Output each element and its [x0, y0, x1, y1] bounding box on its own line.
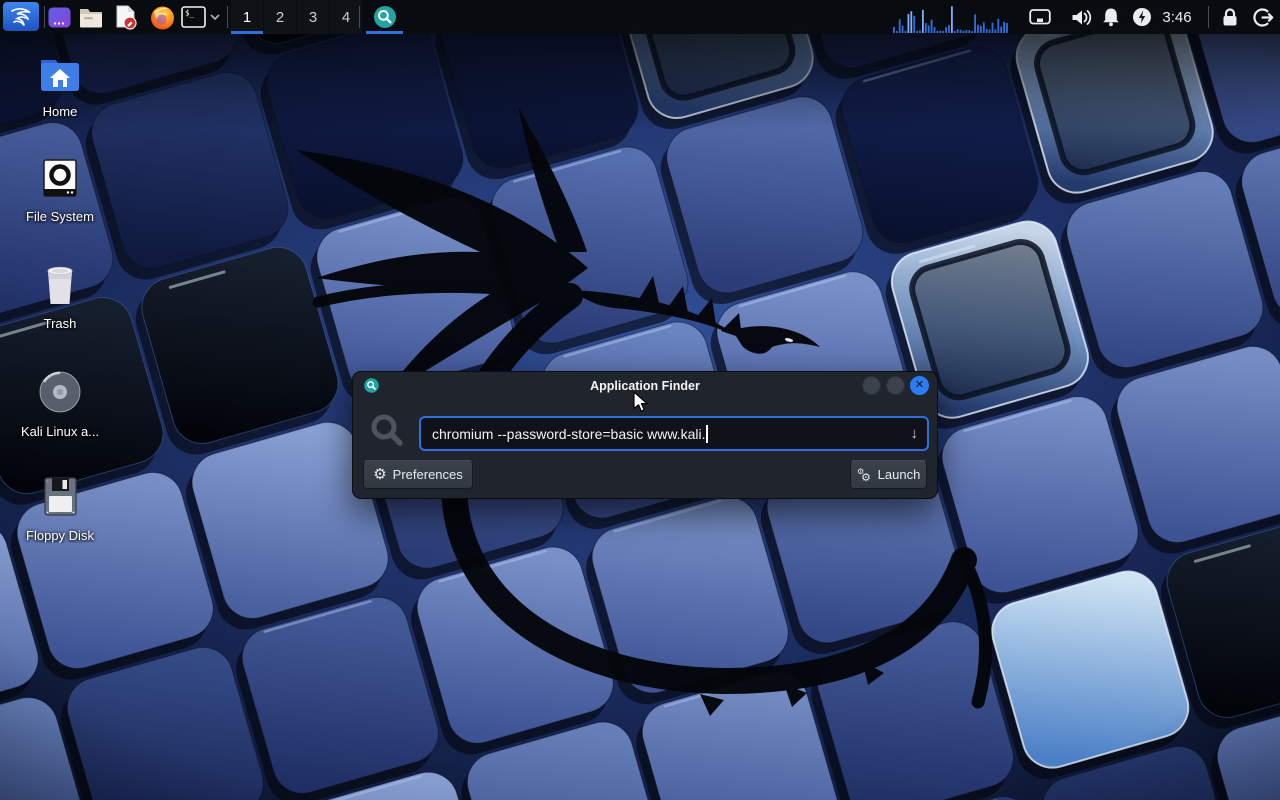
entry-dropdown-arrow-icon[interactable]: ↓: [911, 418, 919, 449]
bell-icon: [1101, 7, 1121, 27]
volume-tray-icon[interactable]: [1071, 0, 1094, 34]
command-input-value: chromium --password-store=basic www.kali…: [432, 426, 705, 442]
firefox-icon: [149, 4, 176, 31]
power-bolt-icon: [1132, 7, 1152, 27]
text-caret: [706, 425, 708, 443]
cpu-graph[interactable]: [892, 0, 1010, 34]
workspace-3[interactable]: 3: [297, 0, 329, 34]
workspace-1[interactable]: 1: [231, 0, 263, 34]
workspace-4[interactable]: 4: [330, 0, 362, 34]
lock-icon: [1221, 7, 1239, 27]
trash-bin-icon: [37, 262, 83, 308]
preferences-button[interactable]: ⚙ Preferences: [363, 460, 473, 489]
desktop-icon-kali-cd[interactable]: Kali Linux a...: [10, 368, 110, 439]
svg-text:⚙: ⚙: [861, 472, 871, 482]
minimize-button[interactable]: [862, 376, 881, 395]
desktop-icon-trash[interactable]: Trash: [10, 262, 110, 331]
application-finder-icon: [373, 5, 397, 29]
clock[interactable]: 3:46: [1156, 0, 1198, 34]
logout-icon: [1253, 7, 1274, 28]
applications-menu-button[interactable]: [3, 2, 39, 31]
search-icon: [369, 412, 407, 450]
terminal-dropdown-chevron[interactable]: [208, 4, 222, 30]
taskbar-application-finder[interactable]: [366, 0, 403, 34]
panel-separator: [44, 6, 45, 28]
workspace-switcher: 1 2 3 4: [231, 0, 363, 34]
network-icon: [1029, 8, 1051, 26]
desktop-icon-file-system[interactable]: File System: [10, 157, 110, 224]
workspace-2[interactable]: 2: [264, 0, 296, 34]
mouse-cursor: [633, 391, 649, 413]
launcher-text-editor[interactable]: [112, 4, 138, 30]
launcher-file-manager[interactable]: [78, 4, 104, 30]
desktop-icon-floppy[interactable]: Floppy Disk: [10, 474, 110, 543]
notifications-tray-icon[interactable]: [1100, 0, 1121, 34]
speaker-icon: [1071, 8, 1094, 27]
file-manager-icon: [78, 5, 104, 29]
text-editor-icon: [113, 4, 138, 30]
kali-desktop: { "panel": { "menu_button": {"icon": "ka…: [0, 0, 1280, 800]
gear-icon: ⚙: [373, 467, 386, 482]
panel-separator: [227, 6, 228, 28]
power-manager-tray-icon[interactable]: [1132, 0, 1152, 34]
network-tray-icon[interactable]: [1029, 0, 1051, 34]
svg-text:$_: $_: [185, 9, 195, 18]
close-button[interactable]: ✕: [910, 376, 929, 395]
launcher-window-app[interactable]: [46, 4, 72, 30]
desktop-icon-home[interactable]: Home: [10, 52, 110, 119]
launcher-terminal[interactable]: $_: [181, 4, 206, 30]
terminal-icon: $_: [181, 6, 206, 28]
cd-disc-icon: [36, 368, 84, 416]
launcher-firefox[interactable]: [148, 4, 176, 30]
close-icon: ✕: [915, 380, 924, 391]
launch-gears-icon: ⚙ ⚙: [857, 467, 872, 482]
lock-screen-button[interactable]: [1221, 0, 1239, 34]
top-panel: $_ 1 2 3 4: [0, 0, 1280, 34]
hard-disk-icon: [37, 157, 83, 201]
home-folder-icon: [37, 52, 83, 96]
launch-button[interactable]: ⚙ ⚙ Launch: [850, 460, 927, 489]
maximize-button[interactable]: [886, 376, 905, 395]
panel-separator: [359, 6, 360, 28]
command-input[interactable]: chromium --password-store=basic www.kali…: [419, 416, 929, 451]
floppy-disk-icon: [37, 474, 83, 520]
chevron-down-icon: [210, 14, 220, 20]
kali-logo-icon: [9, 5, 33, 29]
window-app-icon: [47, 5, 72, 30]
logout-button[interactable]: [1252, 0, 1274, 34]
panel-separator: [1208, 6, 1209, 28]
